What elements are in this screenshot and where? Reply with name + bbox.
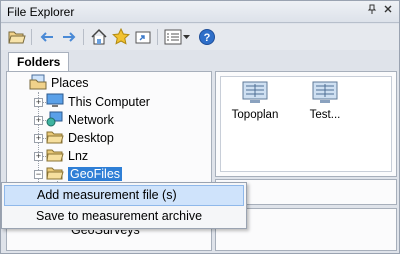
dropdown-caret-icon[interactable] (181, 27, 191, 47)
title-bar: File Explorer (1, 1, 399, 23)
forward-arrow-icon[interactable] (59, 27, 79, 47)
toolbar: ? (1, 24, 399, 50)
expand-icon[interactable]: + (34, 115, 43, 125)
tab-strip: Folders (1, 50, 399, 71)
context-menu: Add measurement file (s) Save to measure… (1, 182, 247, 229)
computer-icon (46, 93, 64, 112)
collapse-icon[interactable]: − (34, 169, 43, 179)
file-item-test[interactable]: Test... (295, 81, 355, 121)
tree-item-this-computer[interactable]: + This Computer (34, 93, 150, 111)
export-icon[interactable] (133, 27, 153, 47)
tree-label-this-computer: This Computer (68, 95, 150, 109)
places-icon (29, 74, 47, 93)
folder-icon (46, 147, 64, 166)
view-list-icon[interactable] (163, 27, 183, 47)
tree-item-geofiles[interactable]: − GeoFiles (34, 165, 123, 184)
measurement-file-icon (312, 81, 338, 105)
tree-item-desktop[interactable]: + Desktop (34, 129, 114, 147)
back-arrow-icon[interactable] (37, 27, 57, 47)
close-icon[interactable] (381, 4, 395, 18)
window-title: File Explorer (7, 5, 75, 19)
tree-label-network: Network (68, 113, 114, 127)
tree-label-desktop: Desktop (68, 131, 114, 145)
tree-item-network[interactable]: + Network (34, 111, 114, 129)
expand-icon[interactable]: + (34, 133, 43, 143)
menu-item-save-to-archive[interactable]: Save to measurement archive (4, 206, 244, 227)
network-icon (46, 111, 64, 130)
tree-item-lnz[interactable]: + Lnz (34, 147, 88, 165)
folder-icon (46, 129, 64, 148)
tree-label-places: Places (51, 76, 89, 90)
menu-item-add-measurement-file[interactable]: Add measurement file (s) (4, 185, 244, 206)
file-list-pane: Topoplan Test... (215, 71, 397, 177)
favorites-star-icon[interactable] (111, 27, 131, 47)
file-label: Topoplan (231, 109, 279, 121)
svg-text:?: ? (204, 32, 211, 44)
expand-icon[interactable]: + (34, 97, 43, 107)
file-explorer-window: File Explorer ? Folders Places + This Co… (0, 0, 400, 254)
open-folder-icon[interactable] (7, 27, 27, 47)
open-folder-icon (46, 165, 64, 184)
tree-label-geofiles: GeoFiles (68, 167, 123, 181)
tree-label-lnz: Lnz (68, 149, 89, 163)
help-icon[interactable]: ? (197, 27, 217, 47)
measurement-file-icon (242, 81, 268, 105)
file-item-topoplan[interactable]: Topoplan (225, 81, 285, 121)
home-icon[interactable] (89, 27, 109, 47)
file-list: Topoplan Test... (220, 76, 392, 172)
expand-icon[interactable]: + (34, 151, 43, 161)
pin-icon[interactable] (365, 4, 379, 18)
tab-folders[interactable]: Folders (8, 52, 70, 71)
file-label: Test... (309, 109, 341, 121)
tree-item-places[interactable]: Places (29, 74, 89, 92)
